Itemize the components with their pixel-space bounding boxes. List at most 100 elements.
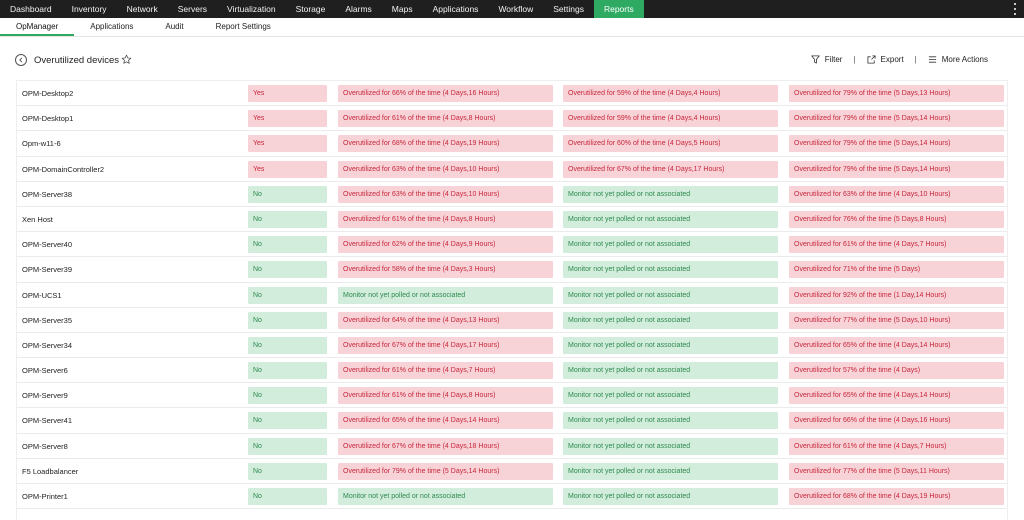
more-actions-button[interactable]: More Actions xyxy=(928,55,988,64)
device-name[interactable]: Opm-w11-6 xyxy=(22,131,61,156)
table-row: OPM-Desktop2 Yes Overutilized for 66% of t… xyxy=(17,81,1007,107)
tab-audit[interactable]: Audit xyxy=(149,18,199,36)
separator: | xyxy=(914,55,917,64)
device-name[interactable]: OPM-Server38 xyxy=(22,182,72,207)
utilization-cell: Overutilized for 67% of the time (4 Days… xyxy=(338,437,553,455)
utilization-cell: Overutilized for 65% of the time (4 Days… xyxy=(789,336,1004,354)
top-navigation: Dashboard Inventory Network Servers Virtuali… xyxy=(0,0,1024,18)
utilization-cell: Overutilized for 68% of the time (4 Days… xyxy=(338,135,553,153)
device-name[interactable]: OPM-DomainController2 xyxy=(22,157,104,182)
nav-item-settings[interactable]: Settings xyxy=(543,0,594,18)
table-row: OPM-UCS1 No Monitor not yet polled or not … xyxy=(17,283,1007,308)
device-name[interactable]: OPM-Server34 xyxy=(22,333,72,358)
nav-item-servers[interactable]: Servers xyxy=(168,0,217,18)
status-badge: No xyxy=(248,336,327,354)
utilization-cell: Overutilized for 58% of the time (4 Days… xyxy=(338,261,553,279)
utilization-cell: Overutilized for 79% of the time (5 Days… xyxy=(789,85,1004,102)
device-name[interactable]: F5 Loadbalancer xyxy=(22,459,78,484)
utilization-cell: Monitor not yet polled or not associated xyxy=(563,261,778,279)
device-name[interactable]: OPM-UCS1 xyxy=(22,283,62,308)
utilization-cell: Overutilized for 65% of the time (4 Days… xyxy=(789,387,1004,405)
utilization-cell: Overutilized for 71% of the time (5 Days… xyxy=(789,261,1004,279)
utilization-cell: Overutilized for 64% of the time (4 Days… xyxy=(338,311,553,329)
table-row: Opm-w11-6 Yes Overutilized for 68% of the … xyxy=(17,131,1007,157)
utilization-cell: Monitor not yet polled or not associated xyxy=(563,185,778,203)
nav-item-applications[interactable]: Applications xyxy=(423,0,489,18)
status-badge: No xyxy=(248,261,327,279)
utilization-cell: Overutilized for 79% of the time (5 Days… xyxy=(789,135,1004,153)
status-badge: Yes xyxy=(248,160,327,178)
nav-item-reports[interactable]: Reports xyxy=(593,0,644,18)
tab-opmanager[interactable]: OpManager xyxy=(0,18,75,36)
utilization-cell: Overutilized for 79% of the time (5 Days… xyxy=(338,462,553,480)
table-row: OPM-Server38 No Overutilized for 63% of th… xyxy=(17,182,1007,207)
status-badge: Yes xyxy=(248,135,327,153)
utilization-cell: Overutilized for 61% of the time (4 Days… xyxy=(338,387,553,405)
filter-button[interactable]: Filter xyxy=(811,55,842,64)
utilization-cell: Overutilized for 92% of the time (1 Day,… xyxy=(789,286,1004,304)
nav-item-inventory[interactable]: Inventory xyxy=(62,0,117,18)
devices-table: OPM-Desktop2 Yes Overutilized for 66% of t… xyxy=(16,80,1008,520)
device-name[interactable]: OPM-Printer1 xyxy=(22,484,68,509)
status-badge: No xyxy=(248,311,327,329)
table-row: OPM-Server34 No Overutilized for 67% of th… xyxy=(17,333,1007,359)
device-name[interactable]: OPM-Server9 xyxy=(22,383,68,408)
favorite-star-icon[interactable] xyxy=(121,54,132,65)
nav-item-storage[interactable]: Storage xyxy=(286,0,336,18)
filter-icon xyxy=(811,55,820,64)
table-row: OPM-Printer1 No Monitor not yet polled or … xyxy=(17,484,1007,510)
utilization-cell: Monitor not yet polled or not associated xyxy=(563,488,778,505)
utilization-cell: Monitor not yet polled or not associated xyxy=(563,387,778,405)
export-label: Export xyxy=(880,55,904,64)
nav-item-virtualization[interactable]: Virtualization xyxy=(217,0,286,18)
export-button[interactable]: Export xyxy=(867,55,904,64)
tab-applications[interactable]: Applications xyxy=(74,18,149,36)
device-name[interactable]: OPM-Server35 xyxy=(22,308,72,333)
table-row: F5 Loadbalancer No Overutilized for 79% of… xyxy=(17,459,1007,484)
page-title: Overutilized devices xyxy=(34,55,120,66)
device-name[interactable]: OPM-Desktop2 xyxy=(22,81,73,106)
utilization-cell: Overutilized for 66% of the time (4 Days… xyxy=(789,412,1004,430)
table-row: OPM-Server41 No Overutilized for 65% of th… xyxy=(17,408,1007,434)
device-name[interactable]: OPM-Server8 xyxy=(22,434,68,459)
device-name[interactable]: OPM-Desktop1 xyxy=(22,106,73,131)
utilization-cell: Overutilized for 62% of the time (4 Days… xyxy=(338,236,553,254)
device-name[interactable]: Xen Host xyxy=(22,207,53,232)
list-icon xyxy=(928,56,936,63)
nav-item-alarms[interactable]: Alarms xyxy=(335,0,381,18)
device-name[interactable]: OPM-Server39 xyxy=(22,257,72,282)
utilization-cell: Overutilized for 76% of the time (5 Days… xyxy=(789,210,1004,228)
table-row: OPM-Server9 No Overutilized for 61% of the… xyxy=(17,383,1007,409)
device-name[interactable]: OPM-Server41 xyxy=(22,408,72,433)
table-row: OPM-Server39 No Overutilized for 58% of th… xyxy=(17,257,1007,283)
table-row: OPM-Server6 No Overutilized for 61% of the… xyxy=(17,358,1007,384)
device-name[interactable]: OPM-Server6 xyxy=(22,358,68,383)
utilization-cell: Monitor not yet polled or not associated xyxy=(563,311,778,329)
table-row: OPM-Server8 No Overutilized for 67% of the… xyxy=(17,434,1007,459)
nav-item-workflow[interactable]: Workflow xyxy=(488,0,543,18)
nav-item-dashboard[interactable]: Dashboard xyxy=(0,0,62,18)
utilization-cell: Monitor not yet polled or not associated xyxy=(563,336,778,354)
more-options-icon[interactable] xyxy=(1012,3,1018,15)
utilization-cell: Monitor not yet polled or not associated xyxy=(563,210,778,228)
status-badge: No xyxy=(248,462,327,480)
status-badge: No xyxy=(248,412,327,430)
header-actions: Filter | Export | More Actions xyxy=(811,55,988,64)
status-badge: No xyxy=(248,286,327,304)
utilization-cell: Monitor not yet polled or not associated xyxy=(563,362,778,380)
utilization-cell: Overutilized for 61% of the time (4 Days… xyxy=(338,362,553,380)
utilization-cell: Monitor not yet polled or not associated xyxy=(338,286,553,304)
tab-report-settings[interactable]: Report Settings xyxy=(200,18,287,36)
utilization-cell: Overutilized for 77% of the time (5 Days… xyxy=(789,462,1004,480)
utilization-cell: Overutilized for 60% of the time (4 Days… xyxy=(563,135,778,153)
status-badge: Yes xyxy=(248,85,327,102)
back-arrow-icon[interactable] xyxy=(15,54,27,66)
table-row: OPM-DomainController2 Yes Overutilized for… xyxy=(17,157,1007,182)
utilization-cell: Overutilized for 63% of the time (4 Days… xyxy=(789,185,1004,203)
nav-item-maps[interactable]: Maps xyxy=(382,0,423,18)
utilization-cell: Overutilized for 77% of the time (5 Days… xyxy=(789,311,1004,329)
device-name[interactable]: OPM-Server40 xyxy=(22,232,72,257)
utilization-cell: Overutilized for 61% of the time (4 Days… xyxy=(789,437,1004,455)
status-badge: Yes xyxy=(248,110,327,128)
nav-item-network[interactable]: Network xyxy=(117,0,168,18)
